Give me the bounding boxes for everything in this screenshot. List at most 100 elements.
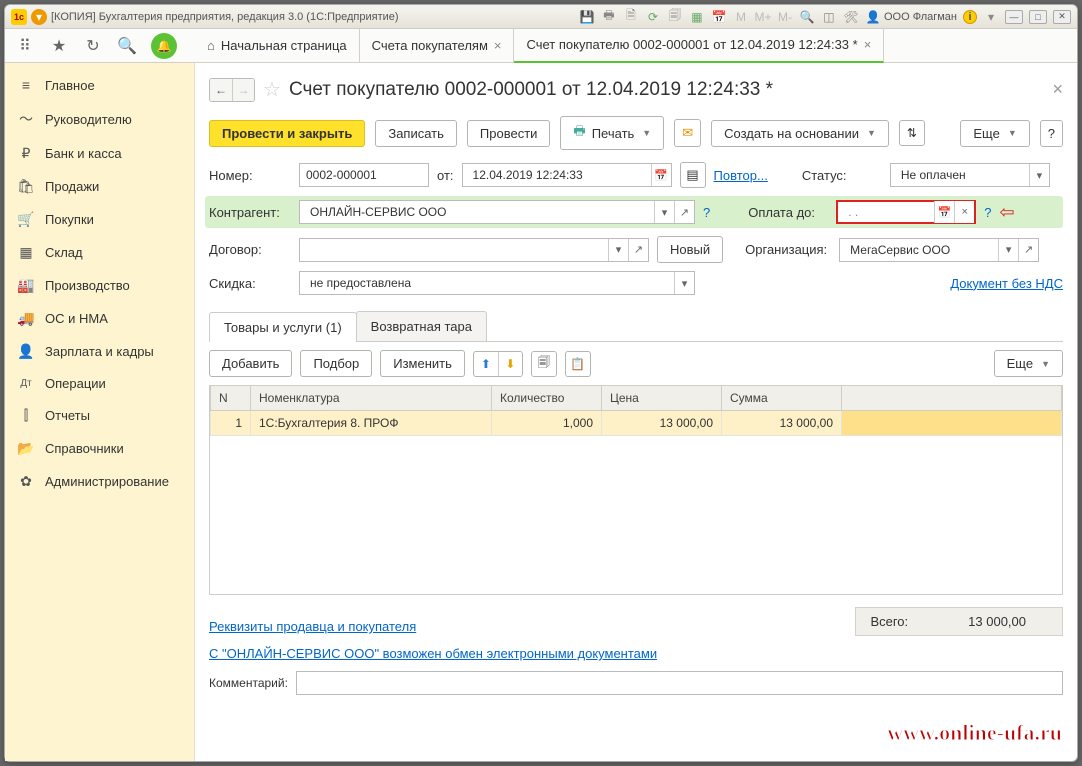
status-select[interactable]: Не оплачен▾ <box>890 163 1050 187</box>
tab-home[interactable]: ⌂Начальная страница <box>195 29 360 63</box>
calendar-icon[interactable]: 📅 <box>934 201 954 223</box>
edit-button[interactable]: Изменить <box>380 350 465 377</box>
info-dropdown-icon[interactable]: ▾ <box>983 9 999 25</box>
save-icon[interactable]: 💾 <box>579 9 595 25</box>
chevron-down-icon[interactable]: ▾ <box>654 201 674 223</box>
star-icon[interactable]: ☆ <box>263 77 281 102</box>
pick-button[interactable]: Подбор <box>300 350 372 377</box>
calculator-icon[interactable]: ▦ <box>689 9 705 25</box>
date-input[interactable]: 12.04.2019 12:24:33📅 <box>462 163 672 187</box>
sidebar-item-main[interactable]: ≡Главное <box>5 69 194 101</box>
m-icon[interactable]: M <box>733 9 749 25</box>
help-icon[interactable]: ? <box>703 205 710 220</box>
favorite-icon[interactable]: ★ <box>49 36 69 56</box>
discount-select[interactable]: не предоставлена▾ <box>299 271 695 295</box>
tab-goods[interactable]: Товары и услуги (1) <box>209 312 357 342</box>
copy-rows-button[interactable]: 🗐 <box>531 351 557 377</box>
sidebar-item-warehouse[interactable]: ▦Склад <box>5 236 194 269</box>
tab-invoices-list[interactable]: Счета покупателям× <box>360 29 515 63</box>
apps-icon[interactable]: ⠿ <box>15 36 35 56</box>
sidebar-item-assets[interactable]: 🚚ОС и НМА <box>5 302 194 335</box>
create-based-button[interactable]: Создать на основании▼ <box>711 120 889 147</box>
back-icon[interactable]: ← <box>210 79 232 101</box>
close-tab-icon[interactable]: × <box>864 37 872 52</box>
search-icon[interactable]: 🔍 <box>117 36 137 56</box>
sidebar-item-production[interactable]: 🏭Производство <box>5 269 194 302</box>
sidebar-item-purchases[interactable]: 🛒Покупки <box>5 203 194 236</box>
page-close-icon[interactable]: × <box>1052 79 1063 100</box>
minimize-button[interactable]: — <box>1005 10 1023 24</box>
panel-icon[interactable]: ◫ <box>821 9 837 25</box>
sidebar-item-sales[interactable]: 🛍Продажи <box>5 170 194 203</box>
copy-icon[interactable]: 🗐 <box>667 9 683 25</box>
doc-icon[interactable]: 🗎 <box>623 9 639 25</box>
open-icon[interactable]: ↗ <box>628 239 648 261</box>
calendar-icon[interactable]: 📅 <box>651 164 671 186</box>
save-button[interactable]: Записать <box>375 120 457 147</box>
add-row-button[interactable]: Добавить <box>209 350 292 377</box>
table-more-button[interactable]: Еще▼ <box>994 350 1063 377</box>
seller-buyer-link[interactable]: Реквизиты продавца и покупателя <box>209 619 416 634</box>
chevron-down-icon[interactable]: ▾ <box>998 239 1018 261</box>
help-button[interactable]: ? <box>1040 120 1063 147</box>
m-minus-icon[interactable]: M- <box>777 9 793 25</box>
email-button[interactable]: ✉ <box>674 119 701 147</box>
nav-back-forward[interactable]: ←→ <box>209 78 255 102</box>
repeat-icon-button[interactable]: ▤ <box>680 162 706 188</box>
contragent-input[interactable]: ОНЛАЙН-СЕРВИС ООО▾↗ <box>299 200 695 224</box>
m-plus-icon[interactable]: M+ <box>755 9 771 25</box>
open-icon[interactable]: ↗ <box>1018 239 1038 261</box>
tab-tara[interactable]: Возвратная тара <box>356 311 487 341</box>
col-nomenclature[interactable]: Номенклатура <box>251 386 492 411</box>
chevron-down-icon[interactable]: ▾ <box>608 239 628 261</box>
paste-rows-button[interactable]: 📋 <box>565 351 591 377</box>
new-contract-button[interactable]: Новый <box>657 236 723 263</box>
info-icon[interactable]: i <box>963 10 977 24</box>
help-icon[interactable]: ? <box>984 205 991 220</box>
tab-invoice-document[interactable]: Счет покупателю 0002-000001 от 12.04.201… <box>514 29 884 63</box>
post-button[interactable]: Провести <box>467 120 551 147</box>
chevron-down-icon[interactable]: ▾ <box>1029 164 1049 186</box>
repeat-link[interactable]: Повтор... <box>714 168 768 183</box>
contract-input[interactable]: ▾↗ <box>299 238 649 262</box>
sidebar-item-bank[interactable]: ₽Банк и касса <box>5 137 194 170</box>
col-sum[interactable]: Сумма <box>722 386 842 411</box>
structure-button[interactable]: ⇅ <box>899 120 925 146</box>
sidebar-item-manager[interactable]: 〜Руководителю <box>5 101 194 137</box>
sidebar-item-operations[interactable]: ДтОперации <box>5 368 194 399</box>
dropdown-arrow-icon[interactable]: ▾ <box>31 9 47 25</box>
print-icon[interactable]: 🖶 <box>601 9 617 25</box>
refresh-icon[interactable]: ⟳ <box>645 9 661 25</box>
notifications-icon[interactable]: 🔔 <box>151 33 177 59</box>
close-window-button[interactable]: ✕ <box>1053 10 1071 24</box>
calendar-icon[interactable]: 📅 <box>711 9 727 25</box>
edo-link[interactable]: С "ОНЛАЙН-СЕРВИС ООО" возможен обмен эле… <box>209 646 657 661</box>
move-up-icon[interactable]: ⬆ <box>474 352 498 376</box>
sidebar-item-reports[interactable]: ⫿Отчеты <box>5 399 194 432</box>
close-tab-icon[interactable]: × <box>494 38 502 53</box>
more-button[interactable]: Еще▼ <box>960 120 1029 147</box>
comment-input[interactable] <box>296 671 1063 695</box>
sidebar-item-hr[interactable]: 👤Зарплата и кадры <box>5 335 194 368</box>
sidebar-item-catalogs[interactable]: 📂Справочники <box>5 432 194 465</box>
col-n[interactable]: N <box>211 386 251 411</box>
tools-icon[interactable]: 🛠 <box>843 9 859 25</box>
history-icon[interactable]: ↻ <box>83 36 103 56</box>
post-and-close-button[interactable]: Провести и закрыть <box>209 120 365 147</box>
chevron-down-icon[interactable]: ▾ <box>674 272 694 294</box>
zoom-icon[interactable]: 🔍 <box>799 9 815 25</box>
table-row[interactable]: 1 1С:Бухгалтерия 8. ПРОФ 1,000 13 000,00… <box>211 411 1062 436</box>
number-input[interactable]: 0002-000001 <box>299 163 429 187</box>
maximize-button[interactable]: □ <box>1029 10 1047 24</box>
open-icon[interactable]: ↗ <box>674 201 694 223</box>
org-input[interactable]: МегаСервис ООО▾↗ <box>839 238 1039 262</box>
paydue-input[interactable]: . . 📅× <box>836 200 976 224</box>
print-button[interactable]: 🖶Печать▼ <box>560 116 664 150</box>
clear-icon[interactable]: × <box>954 201 974 223</box>
forward-icon[interactable]: → <box>232 79 254 101</box>
move-down-icon[interactable]: ⬇ <box>498 352 522 376</box>
col-price[interactable]: Цена <box>602 386 722 411</box>
no-vat-link[interactable]: Документ без НДС <box>950 276 1063 291</box>
col-qty[interactable]: Количество <box>492 386 602 411</box>
sidebar-item-admin[interactable]: ✿Администрирование <box>5 465 194 498</box>
